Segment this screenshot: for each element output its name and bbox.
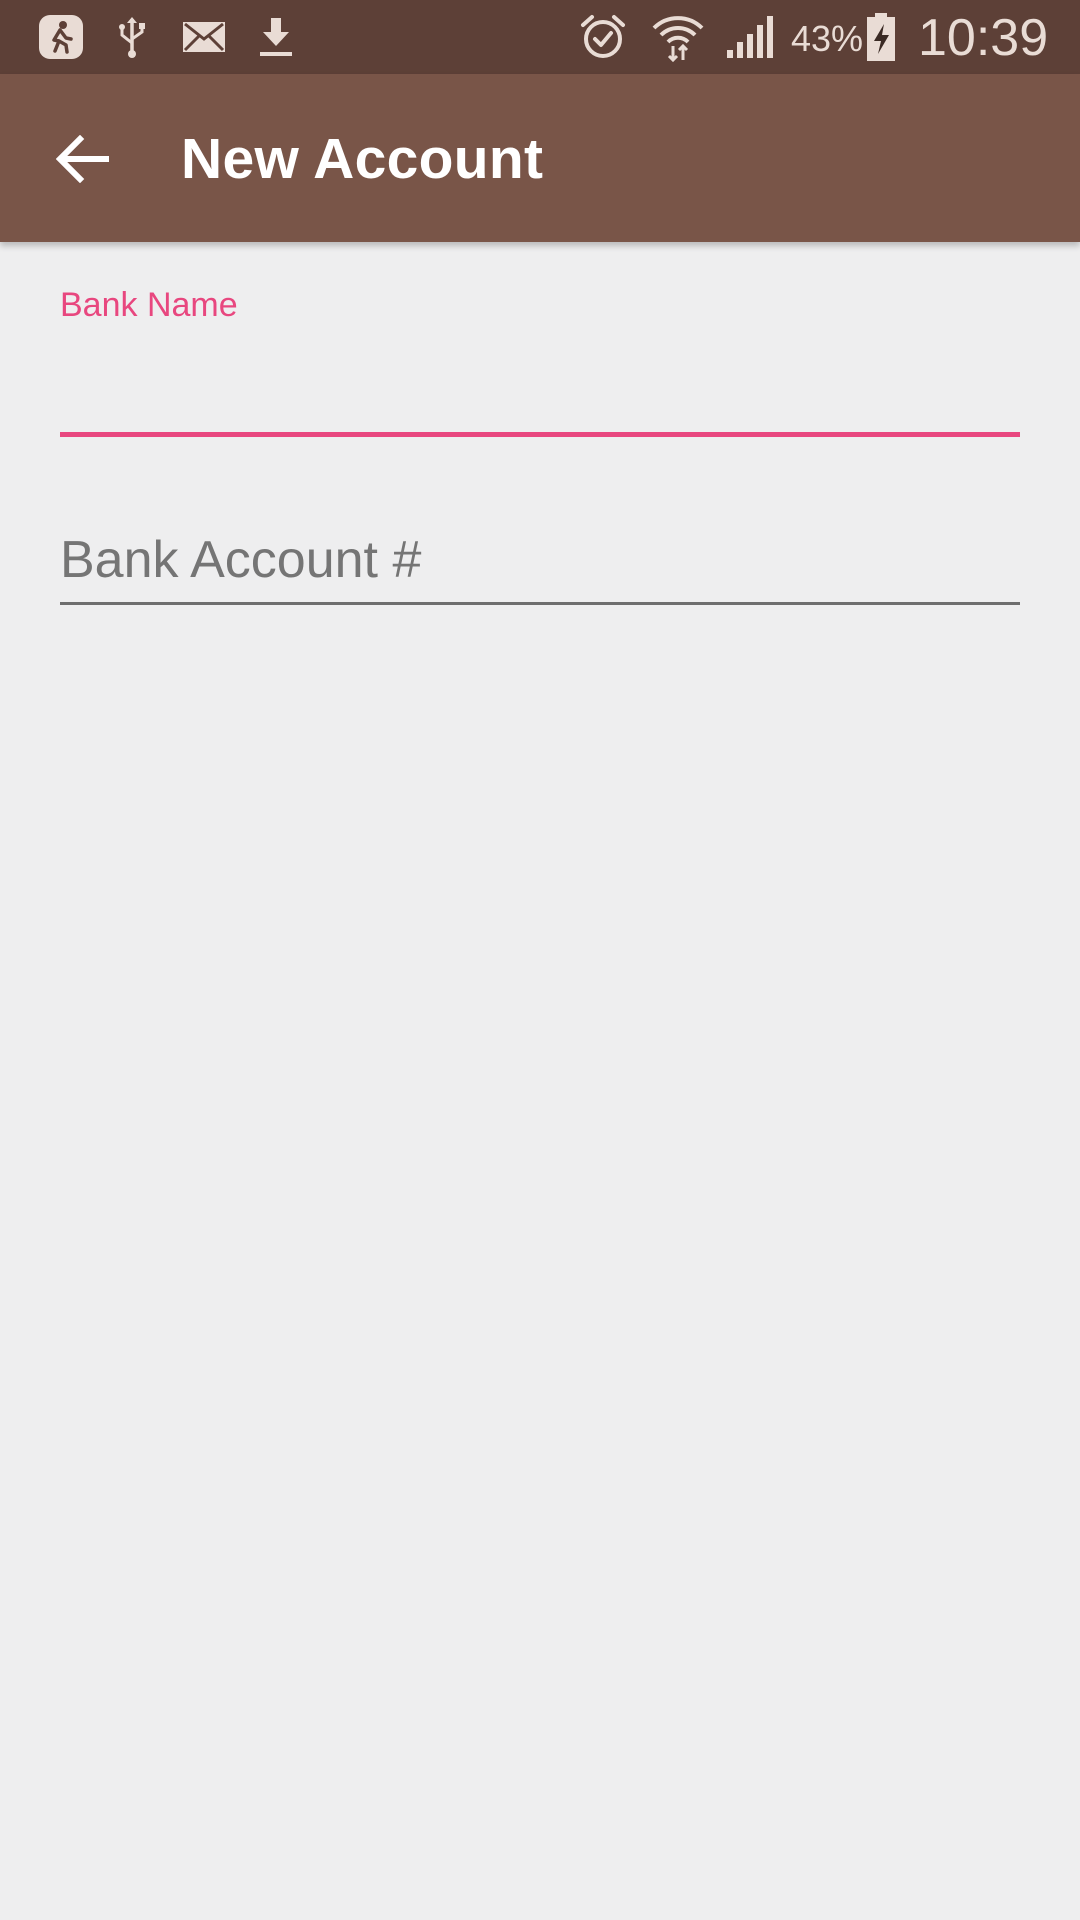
bank-name-input[interactable] <box>60 342 1020 412</box>
status-time: 10:39 <box>918 9 1049 67</box>
cell-signal-icon <box>724 12 776 62</box>
mail-icon <box>181 12 227 62</box>
download-icon <box>256 12 296 62</box>
fitness-app-icon <box>36 12 86 62</box>
bank-account-underline <box>60 602 1020 605</box>
battery-percent: 43% <box>791 18 864 59</box>
bank-name-underline <box>60 432 1020 437</box>
bank-account-input[interactable] <box>60 520 1020 600</box>
usb-icon <box>112 12 152 62</box>
status-bar: 43% 10:39 <box>0 0 1080 74</box>
bank-name-field: Bank Name <box>60 286 1020 440</box>
alarm-icon <box>578 12 628 62</box>
bank-name-label: Bank Name <box>60 286 238 324</box>
screen: 43% 10:39 New Account Bank Name <box>0 0 1080 1920</box>
battery-charging-icon <box>864 12 898 62</box>
back-button[interactable] <box>40 116 126 202</box>
arrow-back-icon <box>56 135 109 183</box>
app-bar: New Account <box>0 74 1080 242</box>
bank-account-field <box>60 520 1020 610</box>
page-title: New Account <box>181 127 544 191</box>
wifi-icon <box>650 12 706 62</box>
